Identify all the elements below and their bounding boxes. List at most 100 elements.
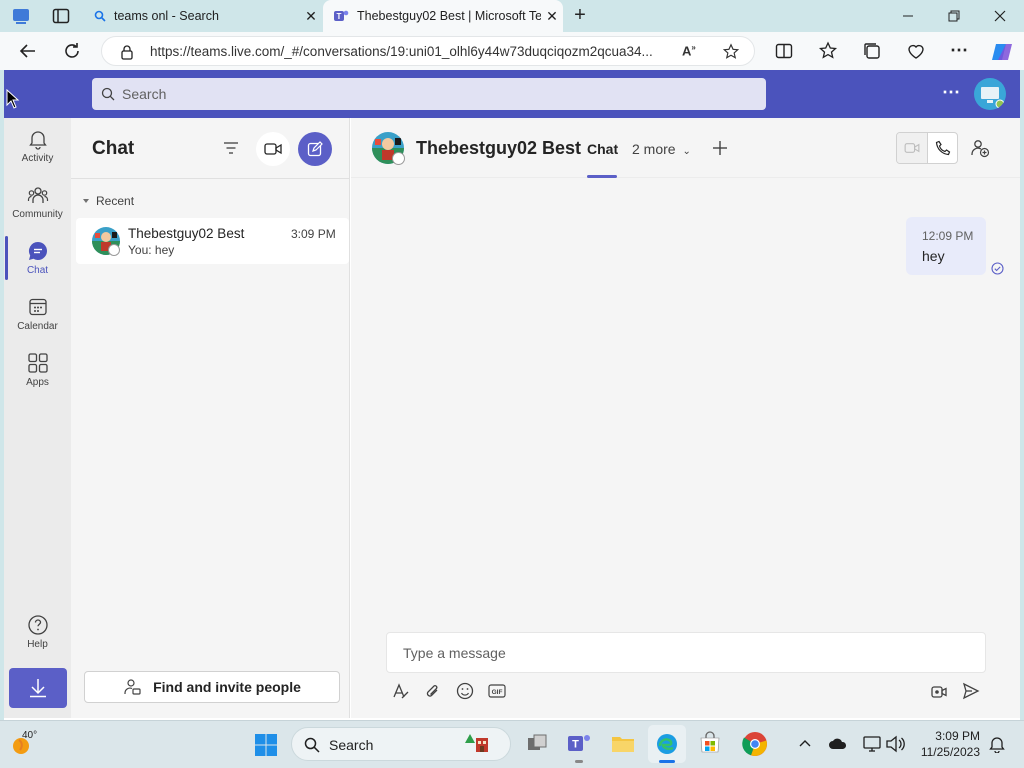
- taskbar-clock-date[interactable]: 11/25/2023: [912, 745, 980, 759]
- add-people-icon[interactable]: [970, 138, 990, 158]
- windows-start-icon[interactable]: [254, 733, 278, 757]
- tab-title: Thebestguy02 Best | Microsoft Te: [357, 9, 541, 23]
- attach-icon[interactable]: [425, 682, 441, 700]
- chevron-up-icon[interactable]: [798, 736, 812, 750]
- find-and-invite-button[interactable]: Find and invite people: [84, 671, 340, 703]
- compose-icon: [307, 141, 323, 157]
- add-tab-icon[interactable]: [710, 138, 730, 158]
- browser-tab-search[interactable]: teams onl - Search ✕: [82, 0, 322, 32]
- gif-icon[interactable]: GIF: [488, 683, 506, 699]
- split-screen-icon[interactable]: [774, 41, 794, 61]
- rail-item-help[interactable]: Help: [4, 604, 71, 660]
- emoji-icon[interactable]: [456, 682, 474, 700]
- active-tab-indicator: [587, 175, 617, 178]
- file-explorer-icon[interactable]: [610, 731, 636, 755]
- conversation-title: Thebestguy02 Best: [416, 138, 582, 158]
- minimize-window-icon[interactable]: [900, 8, 916, 24]
- conversation-pane: [351, 118, 1020, 718]
- tab-chat[interactable]: Chat: [587, 141, 618, 157]
- tab-title: teams onl - Search: [114, 9, 219, 23]
- back-arrow-icon[interactable]: [18, 41, 38, 61]
- tab-actions-icon[interactable]: [52, 7, 70, 25]
- edge-taskbar-button[interactable]: [648, 725, 686, 763]
- search-icon: [304, 737, 320, 753]
- microsoft-store-icon[interactable]: [698, 731, 722, 755]
- chat-item-name: Thebestguy02 Best: [128, 226, 245, 241]
- read-aloud-icon[interactable]: A»: [682, 43, 696, 58]
- browser-essentials-icon[interactable]: [906, 41, 926, 61]
- recent-section-label[interactable]: Recent: [96, 194, 134, 208]
- meet-now-button[interactable]: [256, 132, 290, 166]
- volume-icon[interactable]: [885, 735, 905, 753]
- add-favorite-star-icon[interactable]: [722, 43, 740, 61]
- more-options-icon[interactable]: ⋯: [942, 83, 960, 101]
- teams-taskbar-icon[interactable]: T: [566, 731, 592, 755]
- close-tab-icon[interactable]: ✕: [541, 8, 563, 25]
- rail-label: Community: [12, 209, 63, 220]
- rail-label: Help: [27, 639, 48, 650]
- svg-text:GIF: GIF: [492, 689, 503, 696]
- browser-tab-teams[interactable]: T Thebestguy02 Best | Microsoft Te ✕: [323, 0, 563, 32]
- chat-list-item[interactable]: Thebestguy02 Best 3:09 PM You: hey: [76, 218, 349, 264]
- call-button-group: [896, 132, 958, 164]
- taskbar-clock-time[interactable]: 3:09 PM: [916, 729, 980, 743]
- profile-avatar[interactable]: [974, 78, 1006, 110]
- chevron-down-icon[interactable]: [82, 197, 90, 205]
- bell-icon: [27, 128, 49, 150]
- svg-text:T: T: [572, 739, 579, 751]
- new-chat-button[interactable]: [298, 132, 332, 166]
- copilot-icon[interactable]: [990, 40, 1014, 64]
- rail-item-chat[interactable]: Chat: [4, 230, 71, 286]
- new-tab-icon[interactable]: +: [570, 5, 590, 26]
- restore-window-icon[interactable]: [946, 8, 962, 24]
- collections-icon[interactable]: [862, 41, 882, 61]
- video-call-button[interactable]: [897, 133, 927, 163]
- format-icon[interactable]: [392, 682, 410, 700]
- teams-search-input[interactable]: Search: [92, 78, 766, 110]
- presence-offline-icon: [108, 244, 120, 256]
- settings-more-icon[interactable]: ⋯: [950, 41, 968, 59]
- browser-tab-strip: teams onl - Search ✕ T Thebestguy02 Best…: [0, 0, 1024, 32]
- notification-bell-icon[interactable]: [988, 735, 1006, 753]
- rail-item-community[interactable]: Community: [4, 174, 71, 230]
- workspaces-icon[interactable]: [11, 6, 31, 26]
- download-icon: [27, 677, 49, 699]
- rail-label: Calendar: [17, 321, 58, 332]
- favorites-icon[interactable]: [818, 41, 838, 61]
- rail-item-apps[interactable]: Apps: [4, 342, 71, 398]
- divider: [71, 178, 350, 179]
- onedrive-cloud-icon[interactable]: [828, 737, 848, 751]
- search-icon: [94, 10, 106, 22]
- weather-temperature: 40°: [22, 730, 38, 741]
- chat-item-preview: You: hey: [128, 243, 175, 257]
- filter-icon[interactable]: [222, 140, 240, 156]
- chrome-icon[interactable]: [742, 731, 768, 757]
- message-compose-box[interactable]: Type a message: [386, 632, 986, 673]
- phone-icon: [935, 140, 951, 156]
- download-app-button[interactable]: [9, 668, 67, 708]
- help-icon: [27, 614, 49, 636]
- video-clip-icon[interactable]: [930, 682, 948, 700]
- compose-placeholder: Type a message: [403, 645, 506, 661]
- window-frame-right: [1020, 70, 1024, 720]
- rail-item-activity[interactable]: Activity: [4, 118, 71, 174]
- audio-call-button[interactable]: [928, 133, 957, 163]
- message-bubble[interactable]: 12:09 PM hey: [906, 217, 986, 275]
- lock-icon[interactable]: [120, 44, 134, 60]
- close-tab-icon[interactable]: ✕: [300, 8, 322, 25]
- rail-item-calendar[interactable]: Calendar: [4, 286, 71, 342]
- community-icon: [27, 184, 49, 206]
- tab-more-dropdown[interactable]: 2 more ⌄: [632, 141, 691, 157]
- search-highlight-icon: [464, 732, 490, 756]
- refresh-icon[interactable]: [62, 41, 82, 61]
- chat-icon: [27, 240, 49, 262]
- task-view-icon[interactable]: [526, 732, 548, 754]
- send-icon[interactable]: [962, 682, 980, 700]
- chat-list-panel: [71, 118, 350, 718]
- find-and-invite-label: Find and invite people: [153, 679, 301, 695]
- person-add-icon: [123, 678, 141, 696]
- address-bar[interactable]: https://teams.live.com/_#/conversations/…: [101, 36, 755, 66]
- taskbar-search[interactable]: Search: [291, 727, 511, 761]
- close-window-icon[interactable]: [992, 8, 1008, 24]
- network-icon[interactable]: [862, 735, 882, 753]
